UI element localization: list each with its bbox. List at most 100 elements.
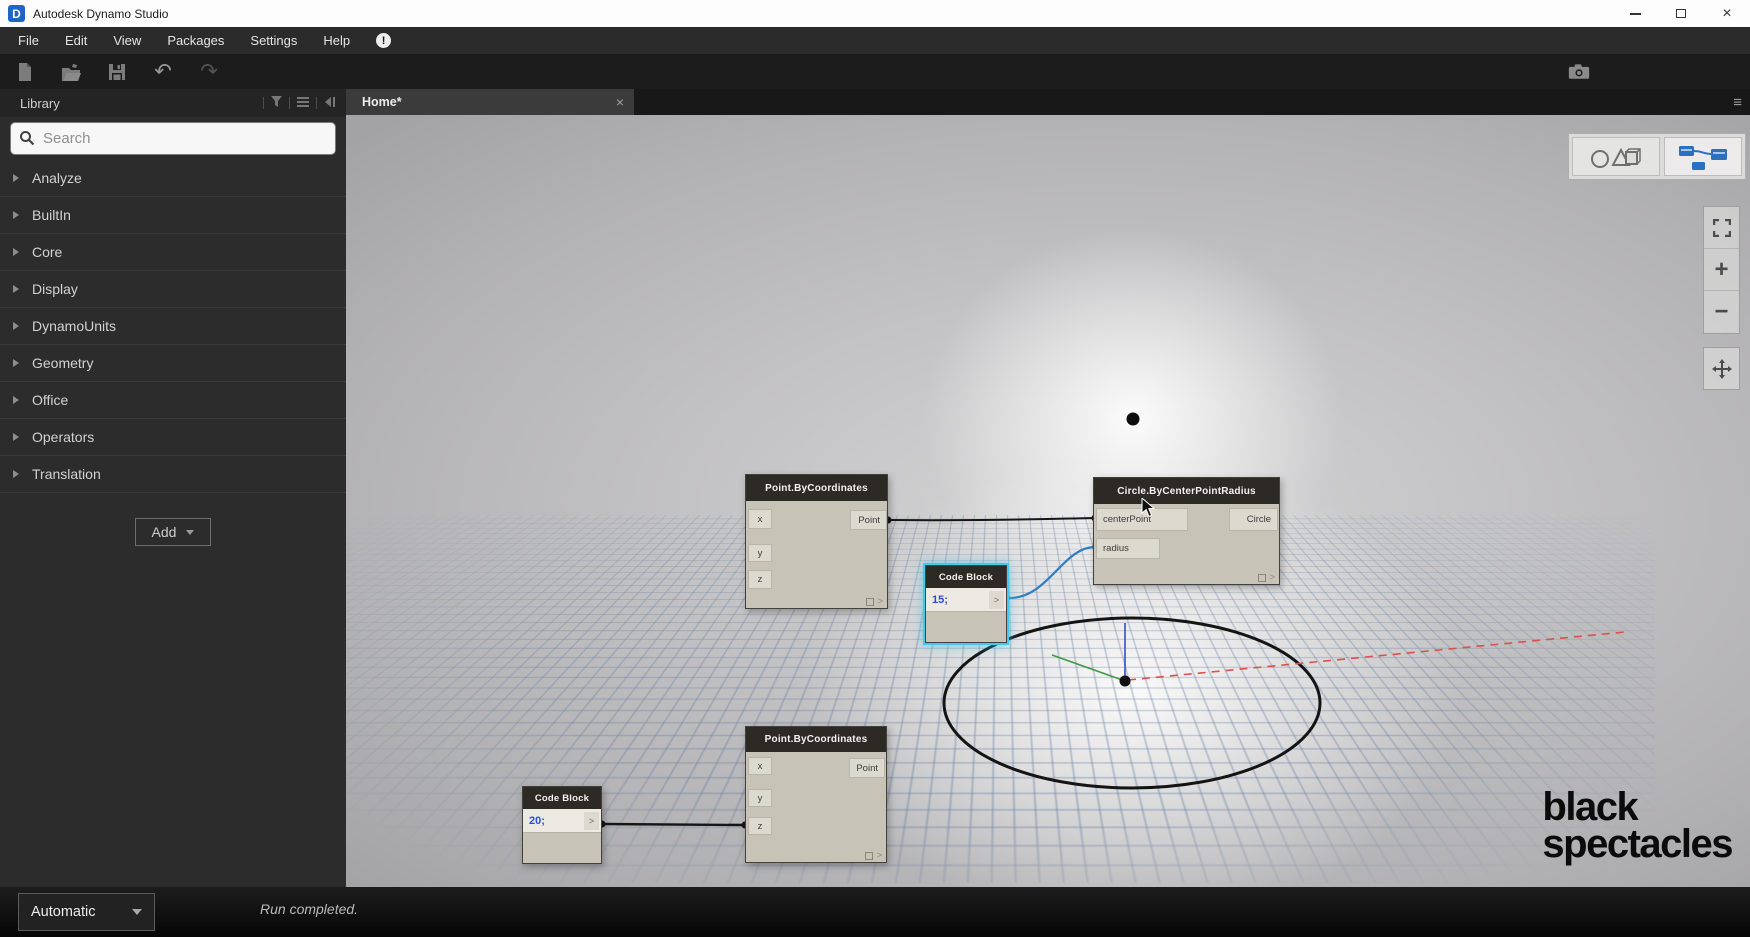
menu-view[interactable]: View bbox=[113, 33, 141, 48]
node-options[interactable]: > bbox=[866, 597, 883, 606]
sidebar-item-translation[interactable]: Translation bbox=[0, 455, 346, 492]
sidebar-item-analyze[interactable]: Analyze bbox=[0, 159, 346, 196]
sidebar-item-geometry[interactable]: Geometry bbox=[0, 344, 346, 381]
workspace-menu-icon[interactable]: ≡ bbox=[1733, 89, 1742, 115]
search-icon bbox=[19, 130, 35, 151]
sidebar-item-builtin[interactable]: BuiltIn bbox=[0, 196, 346, 233]
save-icon[interactable] bbox=[106, 61, 128, 83]
node-circle-bycenterpointradius[interactable]: Circle.ByCenterPointRadius centerPoint r… bbox=[1093, 477, 1280, 585]
zoom-out-button[interactable]: − bbox=[1704, 291, 1739, 333]
node-options[interactable]: > bbox=[1258, 573, 1275, 582]
add-package-button[interactable]: Add bbox=[135, 518, 211, 546]
node-options[interactable]: > bbox=[865, 851, 882, 860]
input-port-x[interactable]: x bbox=[748, 509, 772, 529]
output-port-point[interactable]: Point bbox=[849, 758, 885, 778]
chevron-down-icon bbox=[132, 909, 142, 915]
output-port[interactable]: > bbox=[584, 812, 599, 830]
output-port-circle[interactable]: Circle bbox=[1229, 508, 1278, 531]
collapse-icon: > bbox=[1270, 573, 1275, 582]
menu-help[interactable]: Help bbox=[323, 33, 350, 48]
node-graph-icon bbox=[1677, 142, 1729, 172]
node-code-block-top[interactable]: Code Block 15; > bbox=[925, 565, 1007, 643]
graph-canvas[interactable]: Point.ByCoordinates x y z Point > Circle… bbox=[346, 115, 1750, 887]
maximize-icon bbox=[1676, 9, 1686, 18]
code-value[interactable]: 15; bbox=[926, 594, 948, 606]
node-title[interactable]: Circle.ByCenterPointRadius bbox=[1094, 478, 1279, 504]
output-port-point[interactable]: Point bbox=[850, 510, 887, 530]
app-window: D Autodesk Dynamo Studio × File Edit Vie… bbox=[0, 0, 1750, 937]
search-input[interactable] bbox=[10, 122, 336, 155]
dynamo-logo-icon: D bbox=[8, 5, 25, 22]
sidebar-item-display[interactable]: Display bbox=[0, 270, 346, 307]
layout-icon[interactable] bbox=[297, 94, 309, 112]
minimize-icon bbox=[1630, 13, 1641, 15]
input-port-z[interactable]: z bbox=[748, 570, 772, 589]
collapse-library-icon[interactable] bbox=[324, 94, 336, 112]
expand-arrow-icon bbox=[13, 433, 19, 441]
expand-arrow-icon bbox=[13, 248, 19, 256]
sidebar-item-office[interactable]: Office bbox=[0, 381, 346, 418]
library-panel: Library Analyze BuiltIn Co bbox=[0, 89, 346, 887]
output-port[interactable]: > bbox=[989, 591, 1004, 609]
redo-icon[interactable]: ↷ bbox=[198, 61, 220, 83]
node-title[interactable]: Code Block bbox=[523, 787, 601, 809]
pan-button[interactable] bbox=[1703, 347, 1740, 390]
geometry-icon bbox=[1588, 144, 1644, 170]
zoom-in-button[interactable]: + bbox=[1704, 249, 1739, 291]
filter-icon[interactable] bbox=[271, 94, 282, 112]
collapse-icon: > bbox=[878, 597, 883, 606]
menu-bar: File Edit View Packages Settings Help ! bbox=[0, 27, 1750, 54]
node-title[interactable]: Point.ByCoordinates bbox=[746, 475, 887, 501]
input-port-y[interactable]: y bbox=[748, 789, 772, 807]
camera-icon[interactable] bbox=[1568, 61, 1590, 83]
maximize-button[interactable] bbox=[1658, 0, 1704, 27]
geometry-preview-button[interactable] bbox=[1572, 137, 1660, 176]
new-file-icon[interactable] bbox=[14, 61, 36, 83]
collapse-icon: > bbox=[877, 851, 882, 860]
close-button[interactable]: × bbox=[1704, 0, 1750, 27]
title-bar: D Autodesk Dynamo Studio × bbox=[0, 0, 1750, 27]
black-spectacles-watermark: black spectacles bbox=[1542, 789, 1732, 863]
input-port-x[interactable]: x bbox=[748, 757, 772, 775]
open-file-icon[interactable] bbox=[60, 61, 82, 83]
lacing-icon bbox=[865, 852, 873, 860]
code-value[interactable]: 20; bbox=[523, 815, 545, 827]
sidebar-item-dynamounits[interactable]: DynamoUnits bbox=[0, 307, 346, 344]
menu-edit[interactable]: Edit bbox=[65, 33, 87, 48]
library-title: Library bbox=[20, 96, 60, 111]
zoom-fit-button[interactable] bbox=[1704, 207, 1739, 249]
minimize-button[interactable] bbox=[1612, 0, 1658, 27]
expand-arrow-icon bbox=[13, 285, 19, 293]
plus-icon: + bbox=[1714, 256, 1728, 284]
tab-bar: Home* × ≡ bbox=[346, 89, 1750, 115]
zoom-controls: + − bbox=[1703, 206, 1740, 334]
node-point-bycoordinates-bottom[interactable]: Point.ByCoordinates x y z Point > bbox=[745, 726, 887, 863]
mouse-cursor bbox=[1141, 498, 1158, 523]
divider bbox=[289, 97, 290, 109]
tab-close-icon[interactable]: × bbox=[616, 95, 624, 109]
tab-home[interactable]: Home* × bbox=[346, 89, 634, 115]
expand-arrow-icon bbox=[13, 174, 19, 182]
menu-file[interactable]: File bbox=[18, 33, 39, 48]
input-port-radius[interactable]: radius bbox=[1096, 538, 1160, 559]
lacing-icon bbox=[866, 598, 874, 606]
fit-view-icon bbox=[1713, 219, 1731, 237]
library-category-list: Analyze BuiltIn Core Display DynamoUnits… bbox=[0, 159, 346, 493]
sidebar-item-operators[interactable]: Operators bbox=[0, 418, 346, 455]
graph-view-button[interactable] bbox=[1664, 137, 1742, 176]
library-header: Library bbox=[0, 89, 346, 117]
expand-arrow-icon bbox=[13, 359, 19, 367]
input-port-z[interactable]: z bbox=[748, 817, 772, 835]
window-title: Autodesk Dynamo Studio bbox=[33, 7, 168, 21]
node-title[interactable]: Point.ByCoordinates bbox=[746, 727, 886, 752]
run-mode-dropdown[interactable]: Automatic bbox=[18, 893, 155, 931]
node-title[interactable]: Code Block bbox=[926, 566, 1006, 588]
menu-packages[interactable]: Packages bbox=[167, 33, 224, 48]
node-point-bycoordinates-top[interactable]: Point.ByCoordinates x y z Point > bbox=[745, 474, 888, 609]
sidebar-item-core[interactable]: Core bbox=[0, 233, 346, 270]
node-code-block-bottom[interactable]: Code Block 20; > bbox=[522, 786, 602, 864]
notification-icon[interactable]: ! bbox=[376, 33, 391, 48]
input-port-y[interactable]: y bbox=[748, 544, 772, 562]
undo-icon[interactable]: ↶ bbox=[152, 61, 174, 83]
menu-settings[interactable]: Settings bbox=[250, 33, 297, 48]
